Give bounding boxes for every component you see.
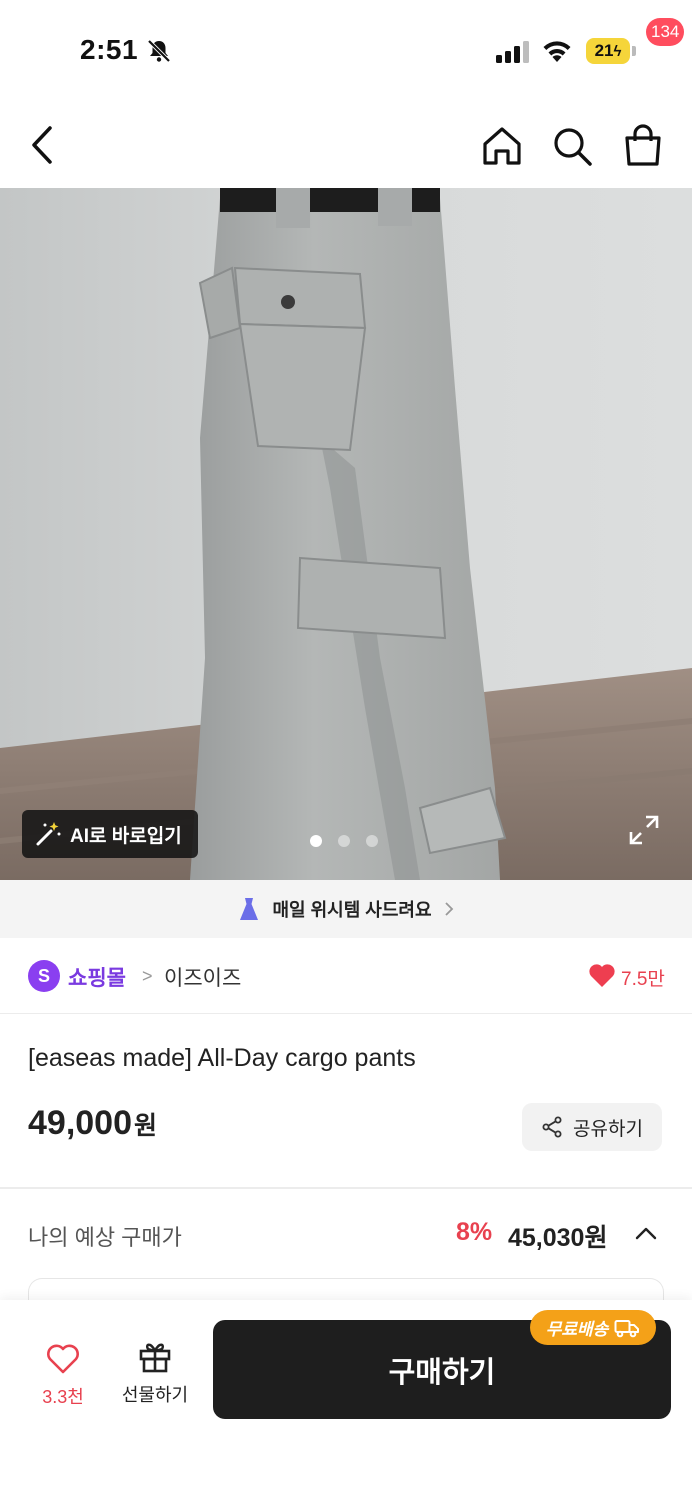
estimated-price: 45,030원 (508, 1224, 608, 1252)
product-image (0, 188, 692, 880)
cellular-signal-icon (496, 41, 529, 63)
cart-count-badge: 134 (646, 18, 685, 46)
shop-type-label[interactable]: 쇼핑몰 (68, 962, 126, 992)
heart-filled-icon[interactable] (588, 962, 616, 988)
shop-type-logo: S (28, 960, 60, 992)
heart-outline-icon[interactable] (45, 1343, 81, 1375)
banner-text: 매일 위시템 사드려요 (272, 900, 432, 920)
free-shipping-badge: 무료배송 (530, 1310, 656, 1345)
expand-fullscreen-icon[interactable] (628, 814, 660, 846)
price-amount: 49,000 (28, 1104, 132, 1142)
product-title: [easeas made] All-Day cargo pants (28, 1044, 416, 1072)
status-time: 2:51 (80, 34, 139, 65)
ai-try-on-label: AI로 바로입기 (70, 825, 182, 847)
shop-breadcrumb-separator: > (142, 966, 153, 986)
top-navigation (0, 100, 692, 188)
chevron-right-icon (444, 902, 453, 916)
shop-like-count: 7.5만 (621, 969, 665, 990)
free-shipping-label: 무료배송 (545, 1320, 609, 1339)
ai-try-on-button[interactable]: AI로 바로입기 (22, 810, 198, 858)
battery-indicator: 21 ϟ (586, 38, 630, 64)
pagination-dot[interactable] (338, 835, 350, 847)
gift-icon[interactable] (137, 1338, 173, 1374)
wishlist-promo-banner[interactable]: 매일 위시템 사드려요 (0, 880, 692, 938)
status-bar: 2:51 21 ϟ (0, 0, 692, 100)
chevron-up-icon[interactable] (634, 1224, 658, 1242)
wish-count: 3.3천 (42, 1387, 84, 1407)
pagination-dot-active[interactable] (310, 835, 322, 847)
truck-icon (614, 1319, 640, 1337)
shop-info-row[interactable]: S 쇼핑몰 > 이즈이즈 7.5만 (0, 938, 692, 1014)
image-pagination (310, 835, 378, 847)
share-label: 공유하기 (573, 1118, 643, 1140)
shopping-bag-icon[interactable] (620, 124, 666, 168)
share-icon (542, 1116, 562, 1138)
estimated-price-label: 나의 예상 구매가 (28, 1225, 182, 1250)
shop-name[interactable]: 이즈이즈 (164, 962, 241, 992)
battery-level: 21 (594, 41, 614, 60)
bell-muted-icon (147, 39, 171, 63)
wifi-icon (543, 41, 571, 62)
price-unit: 원 (134, 1112, 158, 1140)
magic-wand-icon (36, 822, 61, 846)
share-button[interactable]: 공유하기 (522, 1103, 662, 1151)
section-divider (0, 1187, 692, 1189)
home-icon[interactable] (480, 124, 524, 168)
dress-icon (240, 898, 259, 920)
gift-label[interactable]: 선물하기 (112, 1381, 198, 1407)
product-photo[interactable] (0, 188, 692, 880)
search-icon[interactable] (550, 124, 594, 168)
estimated-discount: 8% (456, 1218, 493, 1246)
product-price: 49,000원 (28, 1104, 157, 1143)
pagination-dot[interactable] (366, 835, 378, 847)
battery-cap (632, 46, 636, 56)
back-arrow-icon[interactable] (22, 122, 62, 168)
